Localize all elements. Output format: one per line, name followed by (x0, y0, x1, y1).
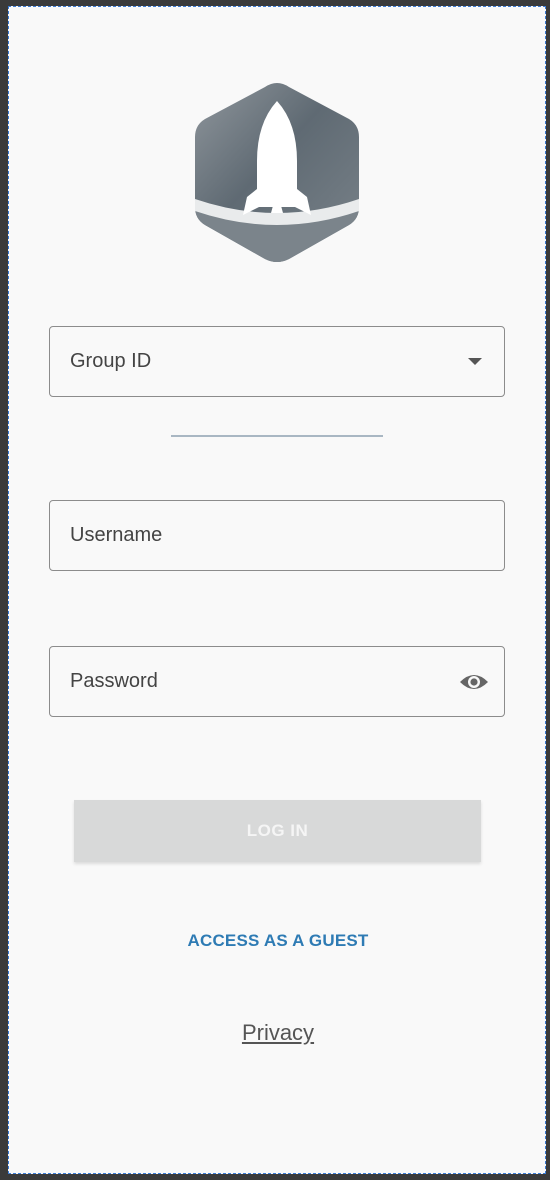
privacy-link[interactable]: Privacy (9, 1020, 547, 1046)
login-button[interactable]: LOG IN (74, 800, 481, 862)
guest-access-link[interactable]: ACCESS AS A GUEST (9, 931, 547, 951)
divider (171, 435, 383, 437)
password-input[interactable]: Password (49, 646, 505, 717)
login-screen: Group ID Username Password LOG IN ACCESS… (8, 6, 546, 1174)
group-id-select[interactable]: Group ID (49, 326, 505, 397)
chevron-down-icon[interactable] (468, 358, 482, 365)
username-input[interactable]: Username (49, 500, 505, 571)
eye-icon[interactable] (458, 670, 490, 694)
username-placeholder: Username (70, 524, 163, 546)
rocket-logo-icon (195, 79, 359, 265)
group-id-placeholder: Group ID (70, 350, 152, 372)
password-placeholder: Password (70, 670, 158, 692)
